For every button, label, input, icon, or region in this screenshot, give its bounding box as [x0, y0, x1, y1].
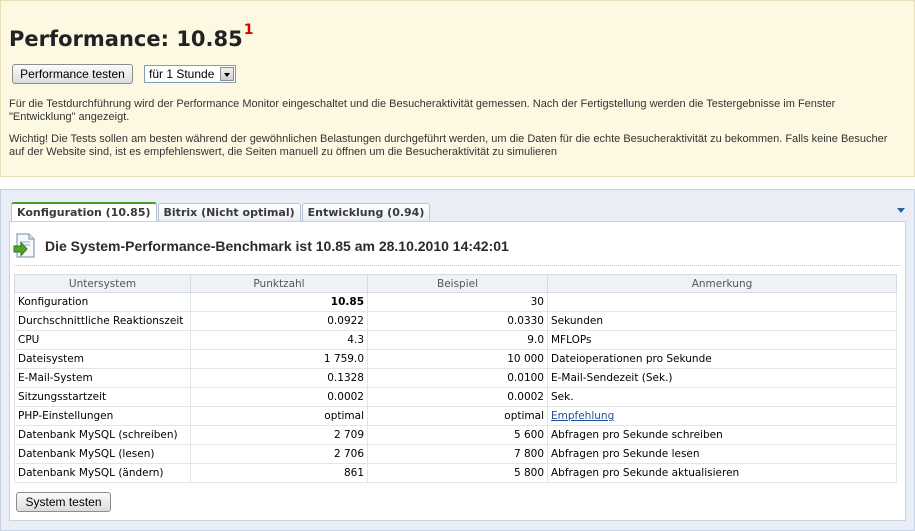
- benchmark-title: Die System-Performance-Benchmark ist 10.…: [45, 238, 509, 254]
- column-header-beispiel: Beispiel: [367, 274, 548, 293]
- tab-bar: Konfiguration (10.85) Bitrix (Nicht optim…: [11, 202, 431, 222]
- tab-entwicklung[interactable]: Entwicklung (0.94): [301, 203, 431, 222]
- row-score: 4.3: [190, 330, 368, 350]
- row-score: 0.0922: [190, 311, 368, 331]
- duration-select-value: für 1 Stunde: [149, 67, 215, 81]
- row-score: 10.85: [190, 292, 368, 312]
- table-row: Datenbank MySQL (schreiben) 2 709 5 600 …: [14, 425, 897, 445]
- row-note: Empfehlung: [547, 406, 897, 426]
- table-row: Dateisystem 1 759.0 10 000 Dateioperatio…: [14, 349, 897, 369]
- row-score: 1 759.0: [190, 349, 368, 369]
- info-panel: Performance: 10.851 Performance testen f…: [0, 0, 915, 177]
- row-sample: 10 000: [367, 349, 548, 369]
- page-title: Performance: 10.851: [9, 22, 254, 51]
- system-test-button[interactable]: System testen: [16, 492, 111, 512]
- table-header-row: Untersystem Punktzahl Beispiel Anmerkung: [14, 274, 897, 293]
- tab-bitrix[interactable]: Bitrix (Nicht optimal): [157, 203, 301, 222]
- title-divider: [14, 265, 901, 266]
- table-row: Sitzungsstartzeit 0.0002 0.0002 Sek.: [14, 387, 897, 407]
- row-sample: 30: [367, 292, 548, 312]
- duration-select[interactable]: für 1 Stunde: [144, 65, 236, 83]
- row-note: Sek.: [547, 387, 897, 407]
- row-score: 861: [190, 463, 368, 483]
- table-row: CPU 4.3 9.0 MFLOPs: [14, 330, 897, 350]
- row-note: Abfragen pro Sekunde schreiben: [547, 425, 897, 445]
- row-sample: 7 800: [367, 444, 548, 464]
- performance-score-title: Performance: 10.85: [9, 27, 243, 51]
- row-subsystem: E-Mail-System: [14, 368, 191, 388]
- row-note: E-Mail-Sendezeit (Sek.): [547, 368, 897, 388]
- row-subsystem: Sitzungsstartzeit: [14, 387, 191, 407]
- results-panel: Konfiguration (10.85) Bitrix (Nicht optim…: [0, 189, 915, 531]
- info-text-1: Für die Testdurchführung wird der Perfor…: [9, 98, 836, 123]
- row-score: 0.1328: [190, 368, 368, 388]
- row-subsystem: Dateisystem: [14, 349, 191, 369]
- column-header-untersystem: Untersystem: [14, 274, 191, 293]
- tab-content: Die System-Performance-Benchmark ist 10.…: [9, 221, 906, 521]
- recommendation-link[interactable]: Empfehlung: [551, 410, 614, 422]
- column-header-anmerkung: Anmerkung: [547, 274, 897, 293]
- row-note: Abfragen pro Sekunde lesen: [547, 444, 897, 464]
- results-table: Untersystem Punktzahl Beispiel Anmerkung…: [14, 274, 897, 483]
- row-sample: 0.0100: [367, 368, 548, 388]
- row-sample: 0.0330: [367, 311, 548, 331]
- row-subsystem: PHP-Einstellungen: [14, 406, 191, 426]
- benchmark-document-icon: [13, 233, 35, 258]
- row-subsystem: Datenbank MySQL (ändern): [14, 463, 191, 483]
- row-note: [547, 292, 897, 312]
- collapse-arrow-icon[interactable]: [897, 208, 905, 213]
- tab-konfiguration[interactable]: Konfiguration (10.85): [11, 202, 157, 222]
- info-text-2: Wichtig! Die Tests sollen am besten währ…: [9, 133, 888, 158]
- row-sample: optimal: [367, 406, 548, 426]
- table-row: PHP-Einstellungen optimal optimal Empfeh…: [14, 406, 897, 426]
- column-header-punktzahl: Punktzahl: [190, 274, 368, 293]
- row-score: optimal: [190, 406, 368, 426]
- row-note: Sekunden: [547, 311, 897, 331]
- row-subsystem: Datenbank MySQL (schreiben): [14, 425, 191, 445]
- row-note: MFLOPs: [547, 330, 897, 350]
- row-sample: 5 800: [367, 463, 548, 483]
- table-row: Konfiguration 10.85 30: [14, 292, 897, 312]
- row-note: Abfragen pro Sekunde aktualisieren: [547, 463, 897, 483]
- row-sample: 5 600: [367, 425, 548, 445]
- table-row: Datenbank MySQL (ändern) 861 5 800 Abfra…: [14, 463, 897, 483]
- row-score: 2 709: [190, 425, 368, 445]
- table-row: Datenbank MySQL (lesen) 2 706 7 800 Abfr…: [14, 444, 897, 464]
- row-subsystem: Konfiguration: [14, 292, 191, 312]
- dropdown-arrow-icon[interactable]: [220, 67, 234, 81]
- table-row: E-Mail-System 0.1328 0.0100 E-Mail-Sende…: [14, 368, 897, 388]
- row-subsystem: Durchschnittliche Reaktionszeit: [14, 311, 191, 331]
- row-note: Dateioperationen pro Sekunde: [547, 349, 897, 369]
- footnote-marker[interactable]: 1: [244, 22, 254, 38]
- performance-test-button[interactable]: Performance testen: [12, 64, 133, 84]
- row-score: 2 706: [190, 444, 368, 464]
- table-row: Durchschnittliche Reaktionszeit 0.0922 0…: [14, 311, 897, 331]
- row-score: 0.0002: [190, 387, 368, 407]
- row-subsystem: CPU: [14, 330, 191, 350]
- row-subsystem: Datenbank MySQL (lesen): [14, 444, 191, 464]
- row-sample: 9.0: [367, 330, 548, 350]
- row-sample: 0.0002: [367, 387, 548, 407]
